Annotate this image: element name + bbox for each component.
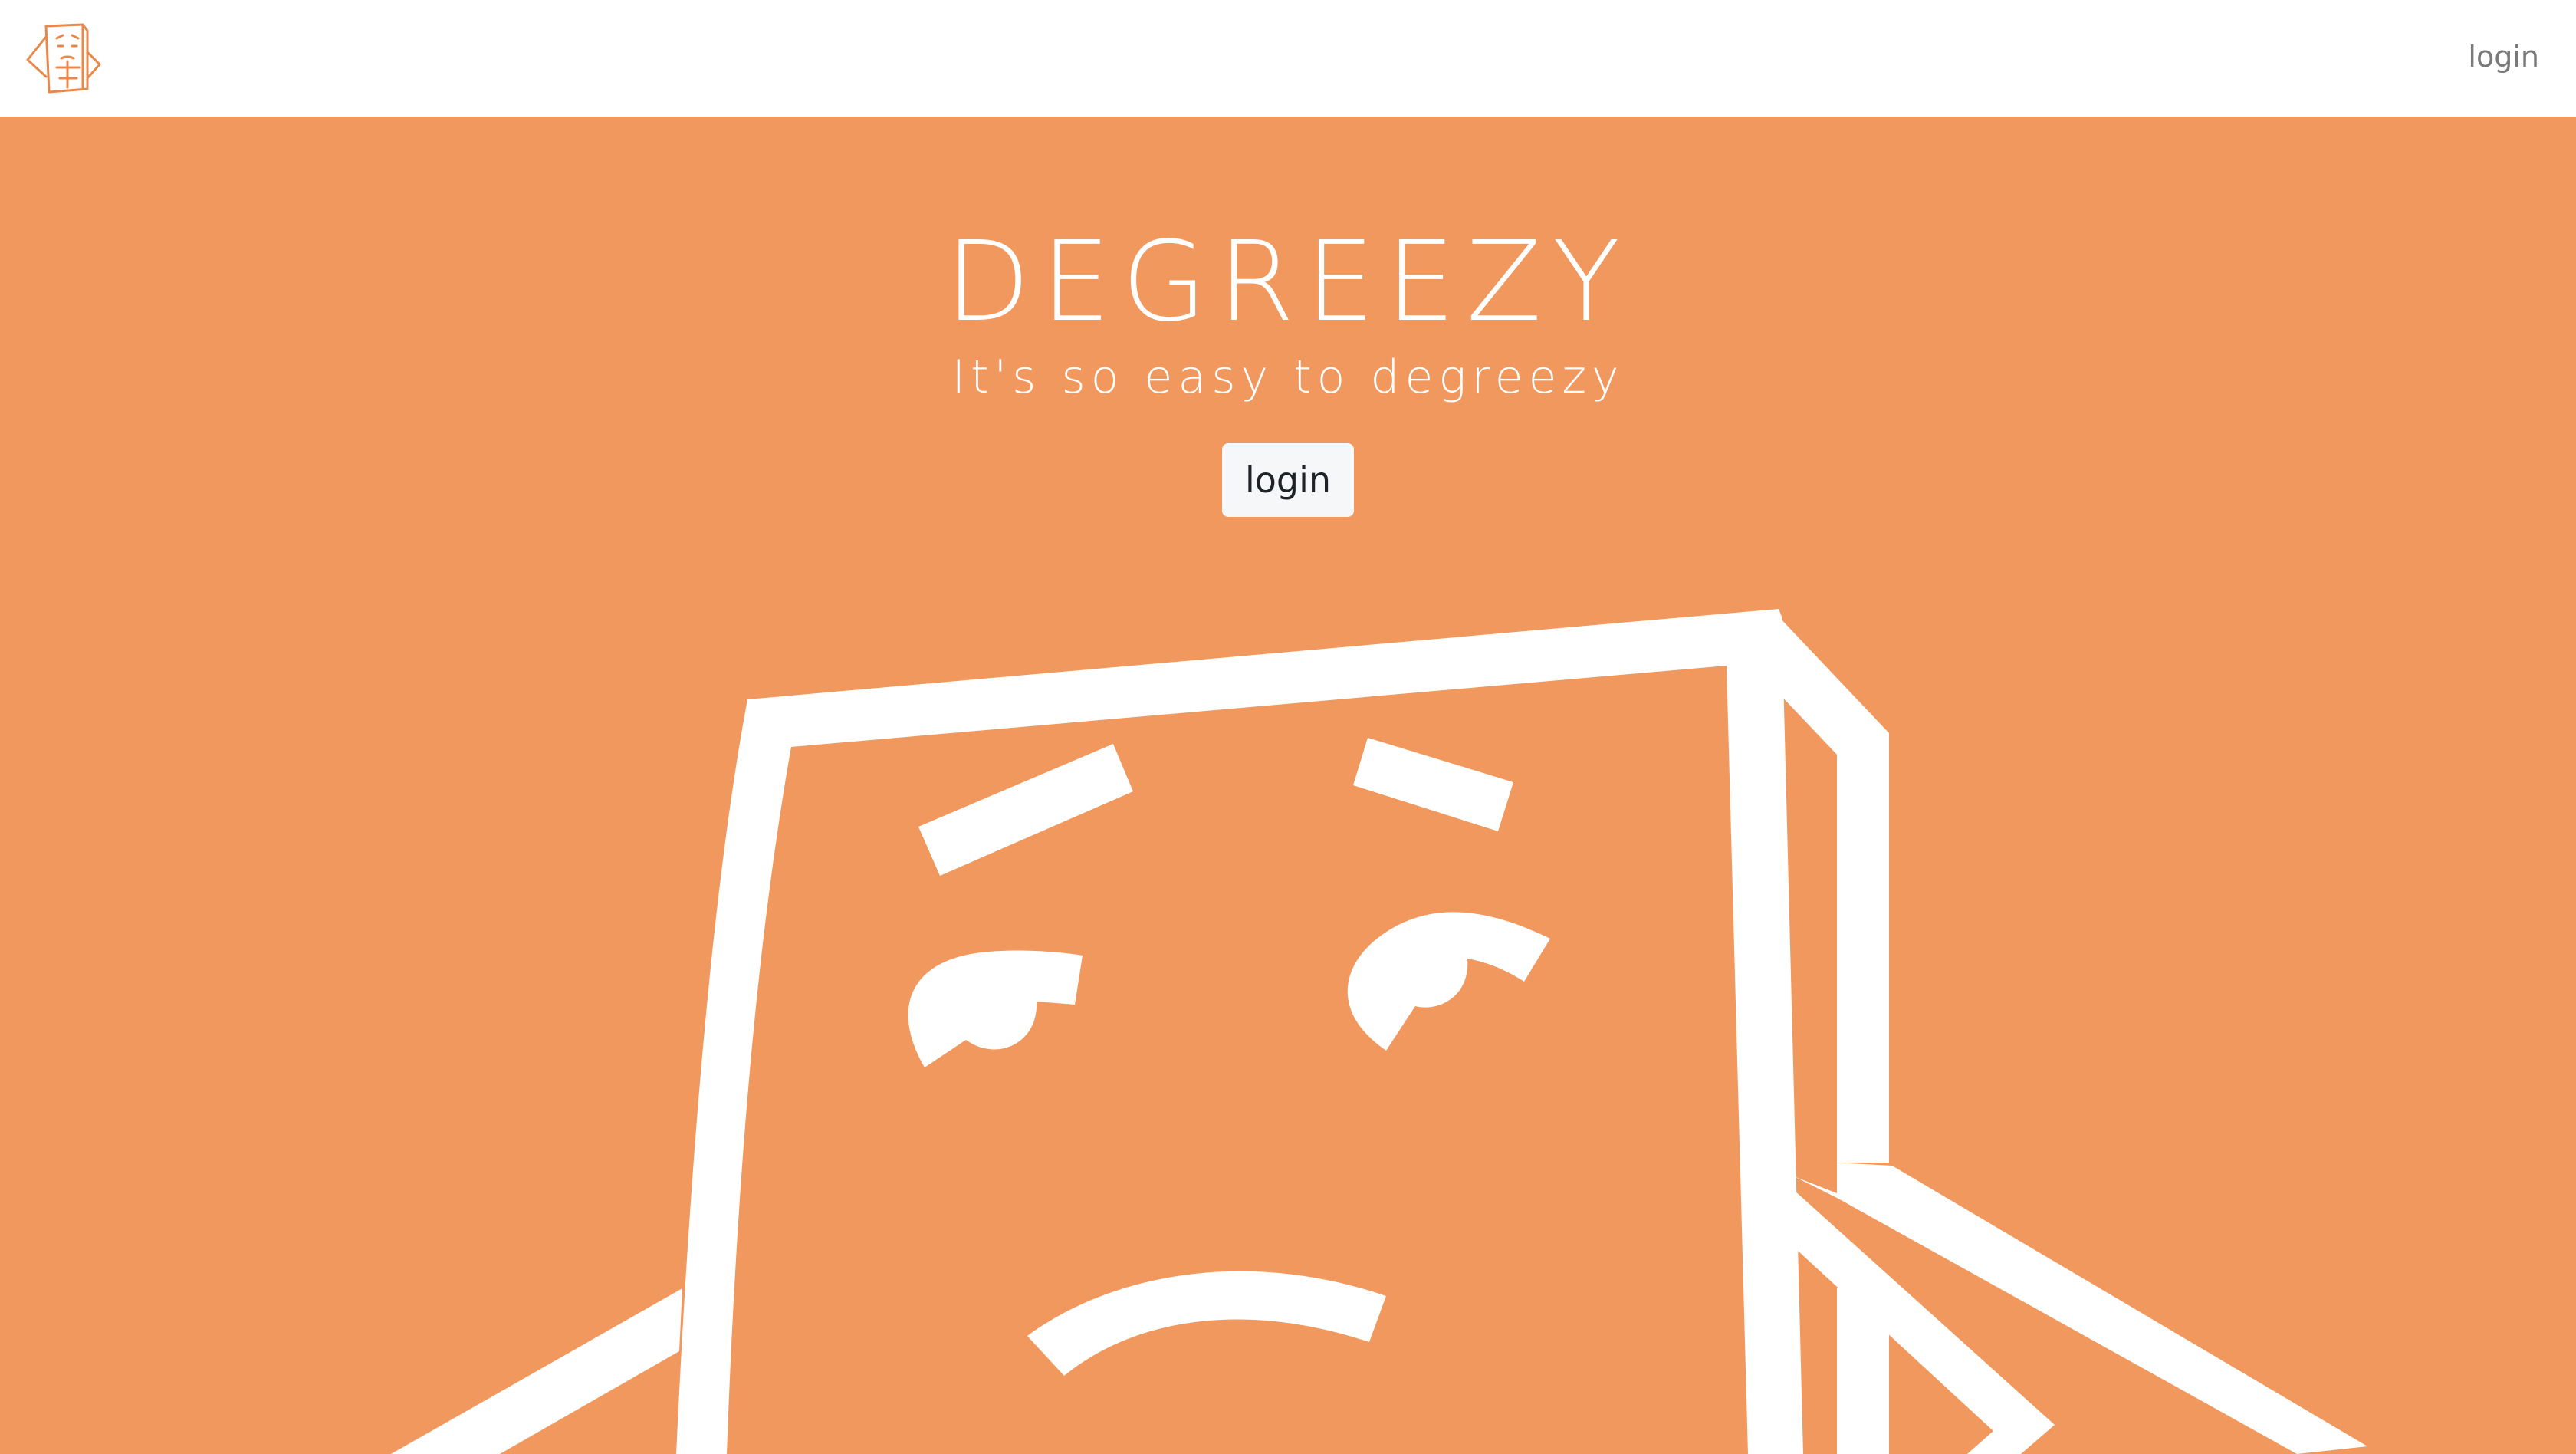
hero-section: DEGREEZY It's so easy to degreezy login: [0, 117, 2576, 1454]
hero-title: DEGREEZY: [945, 217, 1631, 346]
top-navbar: login: [0, 0, 2576, 117]
degreezy-logo-icon[interactable]: [23, 21, 104, 97]
hero-login-button[interactable]: login: [1222, 443, 1354, 517]
hero-subtitle: It's so easy to degreezy: [951, 350, 1625, 404]
nav-login-link[interactable]: login: [2468, 34, 2539, 80]
